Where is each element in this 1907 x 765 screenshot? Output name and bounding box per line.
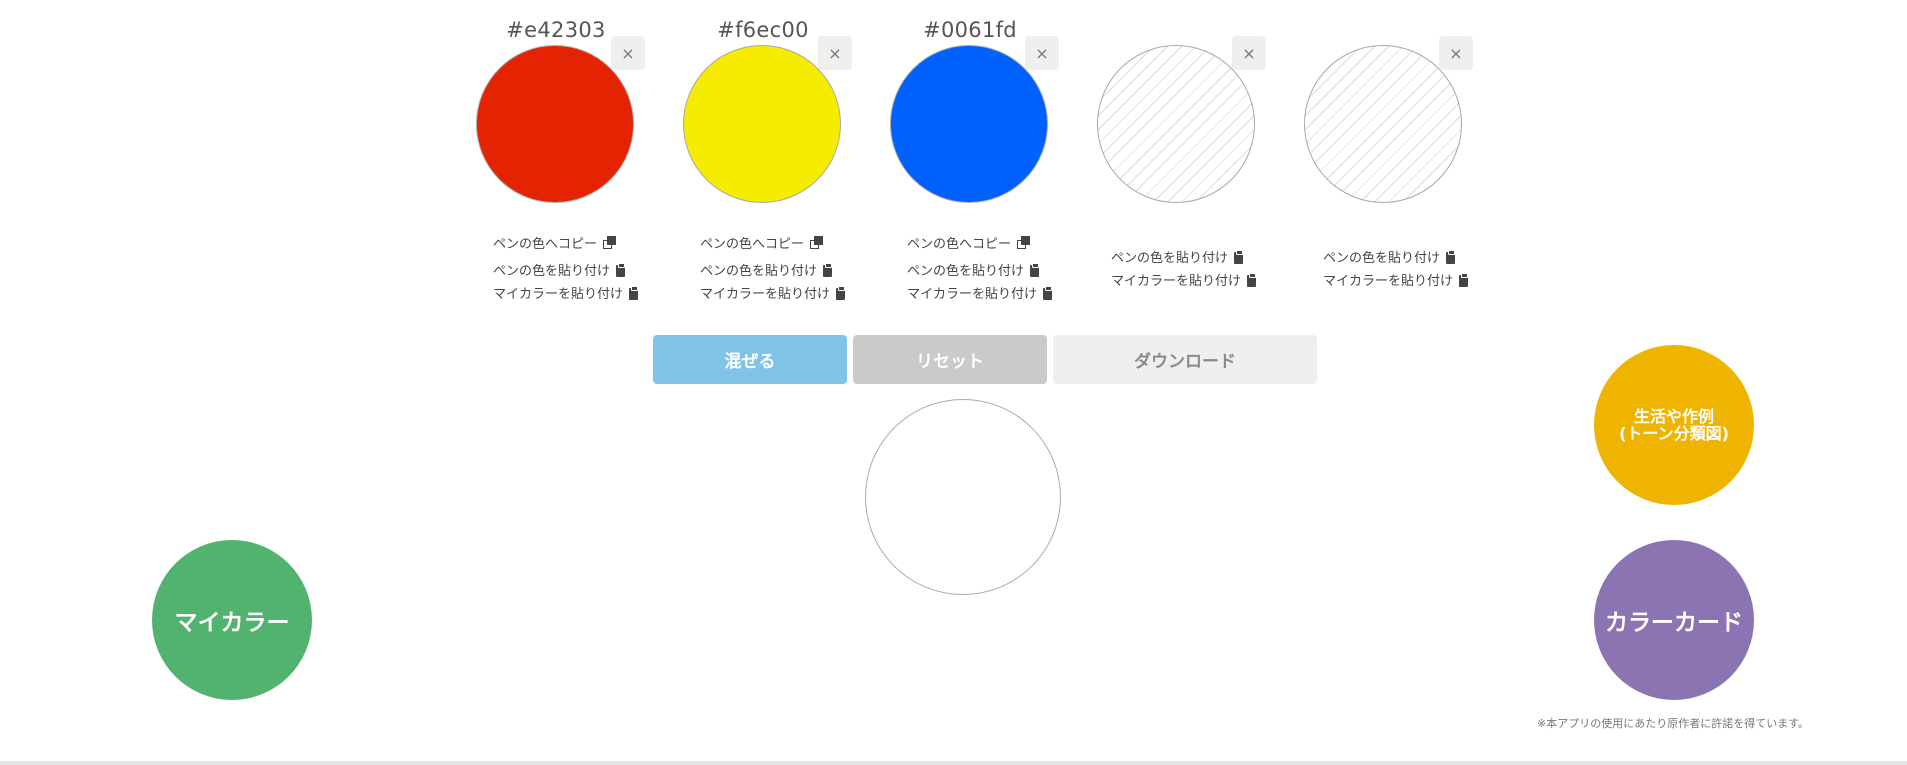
paste-pen-button[interactable]: ペンの色を貼り付け xyxy=(1111,245,1256,268)
paste-mycolor-button[interactable]: マイカラーを貼り付け xyxy=(907,281,1053,304)
slot-actions: ペンの色へコピー ペンの色を貼り付け マイカラーを貼り付け xyxy=(700,231,846,304)
close-icon[interactable]: × xyxy=(818,36,852,70)
copy-icon xyxy=(603,236,617,249)
close-icon[interactable]: × xyxy=(1232,36,1266,70)
paste-mycolor-label: マイカラーを貼り付け xyxy=(907,287,1038,302)
slot-actions: ペンの色を貼り付け マイカラーを貼り付け xyxy=(1111,245,1257,291)
bottom-divider xyxy=(0,761,1907,765)
close-icon[interactable]: × xyxy=(1439,36,1473,70)
paste-mycolor-label: マイカラーを貼り付け xyxy=(1323,274,1454,289)
copy-to-pen-button[interactable]: ペンの色へコピー xyxy=(493,231,638,254)
tone-chart-button[interactable]: 生活や作例 (トーン分類図) xyxy=(1594,345,1754,505)
paste-mycolor-button[interactable]: マイカラーを貼り付け xyxy=(493,281,639,304)
paste-pen-button[interactable]: ペンの色を貼り付け xyxy=(1323,245,1468,268)
clipboard-icon xyxy=(1247,272,1257,287)
clipboard-icon xyxy=(1459,272,1469,287)
tone-chart-label-line2: (トーン分類図) xyxy=(1619,424,1729,443)
empty-swatch[interactable] xyxy=(1304,45,1462,203)
mycolor-label: マイカラー xyxy=(174,610,290,636)
slot-actions: ペンの色を貼り付け マイカラーを貼り付け xyxy=(1323,245,1469,291)
clipboard-icon xyxy=(1446,249,1456,264)
copy-to-pen-button[interactable]: ペンの色へコピー xyxy=(907,231,1052,254)
copy-to-pen-label: ペンの色へコピー xyxy=(907,237,1012,252)
mix-button[interactable]: 混ぜる xyxy=(653,335,847,384)
tone-chart-label-line1: 生活や作例 xyxy=(1633,407,1714,426)
copy-icon xyxy=(810,236,824,249)
slot-actions: ペンの色へコピー ペンの色を貼り付け マイカラーを貼り付け xyxy=(907,231,1053,304)
copy-to-pen-label: ペンの色へコピー xyxy=(700,237,805,252)
slot-actions: ペンの色へコピー ペンの色を貼り付け マイカラーを貼り付け xyxy=(493,231,639,304)
paste-pen-label: ペンの色を貼り付け xyxy=(493,264,611,279)
clipboard-icon xyxy=(836,285,846,300)
paste-pen-label: ペンの色を貼り付け xyxy=(1111,251,1229,266)
color-card-label: カラーカード xyxy=(1605,610,1743,636)
color-slot-3: #0061fd × ペンの色へコピー ペンの色を貼り付け マイカラーを貼り付け xyxy=(890,0,1090,302)
paste-mycolor-button[interactable]: マイカラーを貼り付け xyxy=(1323,268,1469,291)
clipboard-icon xyxy=(1234,249,1244,264)
paste-pen-button[interactable]: ペンの色を貼り付け xyxy=(493,258,638,281)
clipboard-icon xyxy=(1043,285,1053,300)
paste-pen-label: ペンの色を貼り付け xyxy=(1323,251,1441,266)
paste-pen-label: ペンの色を貼り付け xyxy=(907,264,1025,279)
clipboard-icon xyxy=(823,262,833,277)
paste-mycolor-button[interactable]: マイカラーを貼り付け xyxy=(700,281,846,304)
color-slot-1: #e42303 × ペンの色へコピー ペンの色を貼り付け マイカラーを貼り付け xyxy=(476,0,676,302)
color-swatch[interactable] xyxy=(683,45,841,203)
clipboard-icon xyxy=(1030,262,1040,277)
color-swatch[interactable] xyxy=(890,45,1048,203)
clipboard-icon xyxy=(616,262,626,277)
mixed-result-swatch xyxy=(865,399,1061,595)
paste-pen-button[interactable]: ペンの色を貼り付け xyxy=(700,258,845,281)
copy-icon xyxy=(1017,236,1031,249)
paste-mycolor-label: マイカラーを貼り付け xyxy=(700,287,831,302)
paste-pen-label: ペンの色を貼り付け xyxy=(700,264,818,279)
close-icon[interactable]: × xyxy=(611,36,645,70)
copy-to-pen-button[interactable]: ペンの色へコピー xyxy=(700,231,845,254)
close-icon[interactable]: × xyxy=(1025,36,1059,70)
clipboard-icon xyxy=(629,285,639,300)
paste-mycolor-button[interactable]: マイカラーを貼り付け xyxy=(1111,268,1257,291)
reset-button[interactable]: リセット xyxy=(853,335,1047,384)
paste-pen-button[interactable]: ペンの色を貼り付け xyxy=(907,258,1052,281)
mycolor-button[interactable]: マイカラー xyxy=(152,540,312,700)
color-card-button[interactable]: カラーカード xyxy=(1594,540,1754,700)
color-slot-2: #f6ec00 × ペンの色へコピー ペンの色を貼り付け マイカラーを貼り付け xyxy=(683,0,883,302)
empty-swatch[interactable] xyxy=(1097,45,1255,203)
color-slot-4: × ペンの色を貼り付け マイカラーを貼り付け xyxy=(1097,0,1297,300)
permission-footnote: ※本アプリの使用にあたり原作者に許諾を得ています。 xyxy=(1537,717,1810,730)
download-button[interactable]: ダウンロード xyxy=(1053,335,1317,384)
copy-to-pen-label: ペンの色へコピー xyxy=(493,237,598,252)
color-slot-5: × ペンの色を貼り付け マイカラーを貼り付け xyxy=(1304,0,1504,300)
paste-mycolor-label: マイカラーを貼り付け xyxy=(493,287,624,302)
color-swatch[interactable] xyxy=(476,45,634,203)
paste-mycolor-label: マイカラーを貼り付け xyxy=(1111,274,1242,289)
